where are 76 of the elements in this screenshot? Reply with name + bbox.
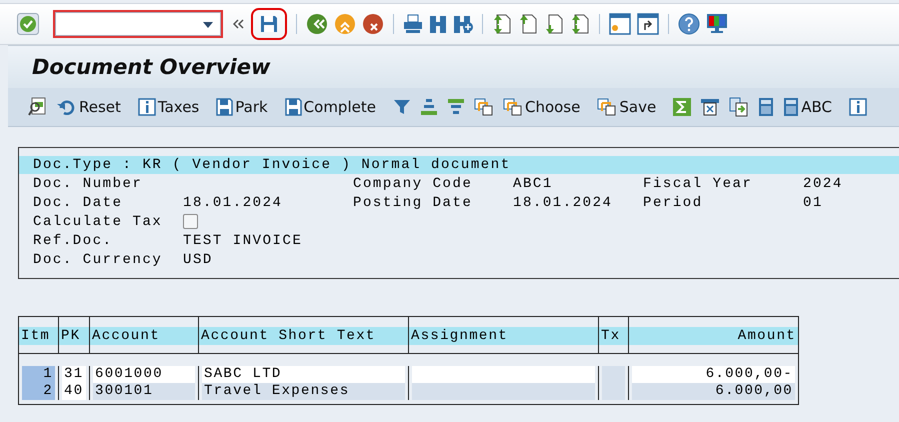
save-icon[interactable] [251,8,287,40]
table-cell: 40 [62,383,86,400]
column-header[interactable]: Amount [629,327,798,345]
enter-icon[interactable] [17,13,39,35]
calculator-icon [783,97,800,117]
sum-icon[interactable] [673,98,692,116]
screen-title: Document Overview [32,55,270,79]
checkbox[interactable] [183,214,198,229]
document-type-banner: Doc.Type : KR ( Vendor Invoice ) Normal document [19,156,899,174]
cancel-icon[interactable] [362,13,384,35]
filter-icon[interactable] [392,98,411,116]
park-button[interactable]: Park [216,98,268,116]
row-selector[interactable]: 1 [22,366,55,383]
field-label: Period [643,194,704,210]
command-field[interactable] [55,12,221,36]
field-label: Doc. Currency [33,252,164,268]
column-header[interactable]: Tx [599,327,628,345]
field-value: 2024 [803,176,844,192]
document-transfer-icon[interactable] [729,97,750,117]
table-cell: SABC LTD [202,366,405,383]
column-header[interactable]: PK [59,327,89,345]
info-icon [138,98,156,116]
undo-icon [57,99,77,115]
first-page-icon[interactable] [492,13,512,35]
layout-icon [502,97,523,117]
field-value: 18.01.2024 [513,194,614,210]
save-icon [284,98,302,116]
next-page-icon[interactable] [544,13,564,35]
field-label: Ref.Doc. [33,232,114,248]
dropdown-icon[interactable] [203,22,213,28]
sort-ascending-icon[interactable] [420,98,438,116]
field-label: Posting Date [353,194,474,210]
field-value: 18.01.2024 [183,194,284,210]
back-icon[interactable] [306,13,328,35]
help-icon[interactable] [678,13,700,35]
table-cell: 6.000,00- [632,366,795,383]
new-window-icon[interactable] [609,13,631,35]
column-header[interactable]: Itm [19,327,58,345]
document-search-icon[interactable] [28,97,48,117]
field-label: Fiscal Year [643,176,754,192]
reset-button[interactable]: Reset [57,98,121,116]
info-icon[interactable] [848,98,867,116]
save-layout-button[interactable]: Save [597,97,656,117]
table-cell: 300101 [93,383,195,400]
field-label: Doc. Number [33,176,144,192]
column-header[interactable]: Assignment [409,327,598,345]
shortcut-icon[interactable] [637,13,659,35]
layout-icon [597,97,618,117]
table-cell: 6001000 [93,366,195,383]
last-page-icon[interactable] [570,13,590,35]
field-label: Calculate Tax [33,214,164,230]
collapse-icon[interactable] [233,19,245,29]
export-icon[interactable] [700,98,720,116]
previous-page-icon[interactable] [518,13,538,35]
field-value: USD [183,252,214,268]
column-header[interactable]: Account Short Text [199,327,408,345]
choose-button[interactable]: Choose [502,97,580,117]
print-icon[interactable] [403,14,423,34]
row-selector[interactable]: 2 [22,383,55,400]
complete-button[interactable]: Complete [284,98,376,116]
column-header[interactable]: Account [90,327,198,345]
layout-icon[interactable] [474,97,494,117]
taxes-button[interactable]: Taxes [138,98,200,116]
field-label: Company Code [353,176,474,192]
field-value: 01 [803,194,824,210]
field-label: Doc. Date [33,194,124,210]
monitor-icon[interactable] [706,13,728,35]
sort-descending-icon[interactable] [446,98,465,116]
table-cell: 31 [62,366,86,383]
field-value: ABC1 [513,176,554,192]
table-cell: 6.000,00 [632,383,795,400]
field-value: TEST INVOICE [183,232,304,248]
calculator-icon[interactable] [758,97,774,117]
save-icon [216,98,234,116]
abc-analysis-button[interactable]: ABC [783,97,832,117]
table-cell: Travel Expenses [202,383,405,400]
